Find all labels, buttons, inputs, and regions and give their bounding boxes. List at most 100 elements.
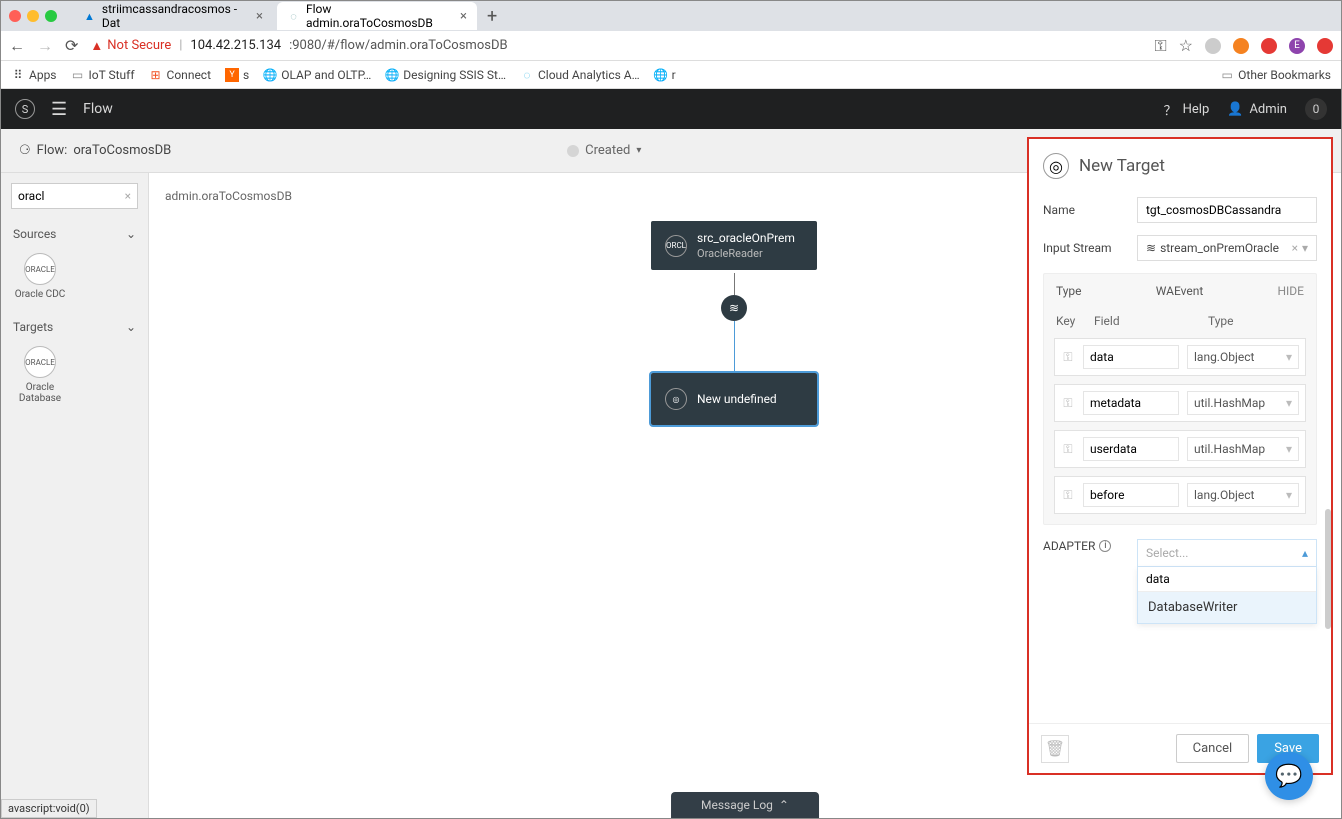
ext-icon-4[interactable] [1317, 38, 1333, 54]
info-icon[interactable]: i [1099, 540, 1111, 552]
back-button[interactable]: ← [9, 36, 25, 56]
adapter-label: ADAPTER [1043, 539, 1095, 553]
menu-button[interactable]: ☰ [51, 99, 67, 120]
status-label: Created [585, 143, 630, 158]
col-field: Field [1094, 314, 1192, 328]
type-label: Type [1056, 284, 1082, 298]
clear-icon[interactable]: × [1292, 241, 1298, 255]
browser-tab-inactive[interactable]: ▲ striimcassandracosmos - Dat × [73, 2, 273, 30]
name-input[interactable] [1137, 197, 1317, 223]
targets-accordion-header[interactable]: Targets ⌄ [11, 314, 138, 340]
tab-title: striimcassandracosmos - Dat [102, 2, 246, 30]
hide-toggle[interactable]: HIDE [1277, 284, 1304, 298]
admin-menu[interactable]: 👤Admin [1227, 102, 1287, 117]
panel-scrollbar[interactable] [1325, 509, 1331, 629]
chat-launcher[interactable]: 💬 [1265, 752, 1313, 800]
field-type-select[interactable]: util.HashMap▾ [1187, 391, 1299, 415]
r-bookmark[interactable]: 🌐r [654, 68, 676, 82]
field-type-select[interactable]: util.HashMap▾ [1187, 437, 1299, 461]
close-tab-icon[interactable]: × [256, 9, 263, 24]
ext-icon-2[interactable] [1233, 38, 1249, 54]
palette-item-oracle-database[interactable]: ORACLE Oracle Database [11, 346, 69, 404]
connect-bookmark[interactable]: ⊞Connect [149, 68, 211, 82]
key-icon[interactable]: ⚿ [1061, 396, 1075, 411]
adapter-select[interactable]: Select... ▴ [1137, 539, 1317, 567]
chevron-down-icon: ⌄ [126, 227, 136, 241]
bookmark-label: r [672, 68, 676, 82]
palette-item-oracle-cdc[interactable]: ORACLE Oracle CDC [11, 253, 69, 300]
field-name-input[interactable] [1083, 345, 1179, 369]
apps-icon: ⠿ [11, 68, 25, 82]
bookmark-label: IoT Stuff [89, 68, 135, 82]
other-bookmarks[interactable]: ▭Other Bookmarks [1220, 68, 1331, 82]
app-logo-icon[interactable]: S [15, 99, 35, 119]
field-type-select[interactable]: lang.Object▾ [1187, 345, 1299, 369]
field-name-input[interactable] [1083, 391, 1179, 415]
bookmark-label: Connect [167, 68, 211, 82]
key-icon[interactable]: ⚿ [1061, 488, 1075, 503]
field-name-input[interactable] [1083, 437, 1179, 461]
palette-item-label: Database [11, 393, 69, 404]
iot-bookmark[interactable]: ▭IoT Stuff [71, 68, 135, 82]
minimize-window-icon[interactable] [27, 10, 39, 22]
bookmark-label: Cloud Analytics A… [538, 68, 640, 82]
canvas-node-target[interactable]: ◎ New undefined [651, 373, 817, 425]
ext-icon-3[interactable] [1261, 38, 1277, 54]
chevron-down-icon[interactable]: ▾ [1302, 241, 1308, 255]
palette-search[interactable]: × [11, 183, 138, 209]
adapter-option[interactable]: DatabaseWriter [1138, 592, 1316, 623]
chat-icon: 💬 [1275, 764, 1302, 789]
edge-line [734, 321, 735, 373]
browser-tab-active[interactable]: ◌ Flow admin.oraToCosmosDB × [277, 2, 477, 30]
cancel-button[interactable]: Cancel [1176, 734, 1250, 763]
message-log-toggle[interactable]: Message Log ⌃ [671, 792, 819, 818]
cloud-bookmark[interactable]: ◌ Cloud Analytics A… [520, 68, 640, 82]
ext-icon-1[interactable] [1205, 38, 1221, 54]
name-label: Name [1043, 203, 1127, 217]
key-icon[interactable]: ⚿ [1154, 36, 1166, 56]
target-icon: ◎ [1043, 153, 1069, 179]
key-icon[interactable]: ⚿ [1061, 350, 1075, 365]
address-bar-actions: ⚿ ☆ E [1154, 36, 1333, 56]
forward-button[interactable]: → [37, 36, 53, 56]
cloud-icon: ◌ [520, 68, 534, 82]
canvas-node-source[interactable]: ORCL src_oracleOnPrem OracleReader [651, 221, 817, 270]
chevron-up-icon: ▴ [1302, 546, 1308, 560]
maximize-window-icon[interactable] [45, 10, 57, 22]
profile-avatar-icon[interactable]: E [1289, 38, 1305, 54]
close-window-icon[interactable] [9, 10, 21, 22]
tab-title: Flow admin.oraToCosmosDB [306, 2, 450, 30]
canvas-node-stream[interactable]: ≋ [721, 295, 747, 321]
notifications-badge[interactable]: 0 [1305, 98, 1327, 120]
bookmark-label: Apps [29, 68, 57, 82]
olap-bookmark[interactable]: 🌐OLAP and OLTP… [263, 68, 371, 82]
clear-search-icon[interactable]: × [125, 189, 131, 203]
field-type-select[interactable]: lang.Object▾ [1187, 483, 1299, 507]
oracle-node-icon: ORCL [665, 235, 687, 257]
close-tab-icon[interactable]: × [460, 9, 467, 24]
chevron-down-icon: ▾ [636, 145, 641, 156]
adapter-search-input[interactable] [1138, 567, 1316, 592]
type-block: Type WAEvent HIDE Key Field Type ⚿lang.O… [1043, 273, 1317, 525]
flow-status[interactable]: Created ▾ [567, 143, 641, 158]
reload-button[interactable]: ⟳ [65, 36, 78, 55]
ssis-bookmark[interactable]: 🌐Designing SSIS St… [385, 68, 506, 82]
apps-bookmark[interactable]: ⠿ Apps [11, 68, 57, 82]
star-icon[interactable]: ☆ [1179, 36, 1193, 55]
delete-button[interactable]: 🗑 [1041, 735, 1069, 763]
help-button[interactable]: ？Help [1164, 100, 1210, 119]
search-input[interactable] [18, 189, 118, 203]
type-row: ⚿ lang.Object▾ [1054, 476, 1306, 514]
sources-accordion-header[interactable]: Sources ⌄ [11, 221, 138, 247]
window-controls [9, 10, 57, 22]
not-secure-badge[interactable]: ▲ Not Secure [90, 38, 171, 54]
new-tab-button[interactable]: + [487, 6, 497, 27]
browser-tab-strip: ▲ striimcassandracosmos - Dat × ◌ Flow a… [1, 1, 1341, 31]
flow-breadcrumb: ⚆ Flow: oraToCosmosDB [19, 143, 171, 158]
s-bookmark[interactable]: Ys [225, 68, 249, 82]
url-field[interactable]: ▲ Not Secure | 104.42.215.134:9080/#/flo… [90, 38, 1142, 54]
input-stream-select[interactable]: ≋stream_onPremOracle ×▾ [1137, 235, 1317, 261]
key-icon[interactable]: ⚿ [1061, 442, 1075, 457]
field-name-input[interactable] [1083, 483, 1179, 507]
bookmark-label: OLAP and OLTP… [281, 68, 371, 82]
